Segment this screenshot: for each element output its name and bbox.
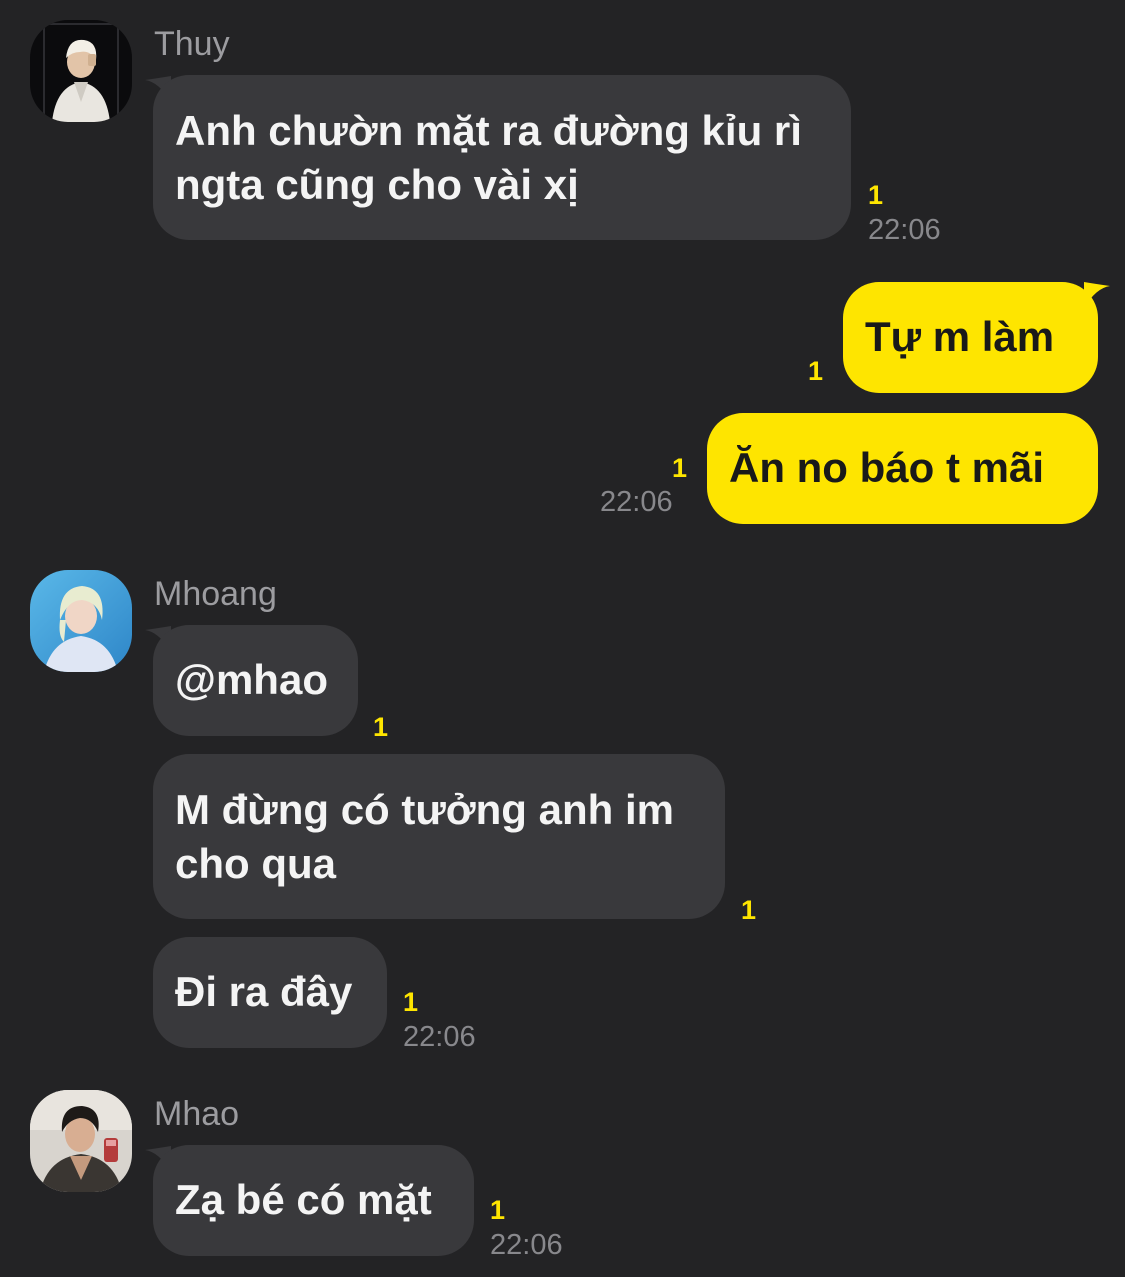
- timestamp: 22:06: [600, 486, 673, 518]
- sender-name: Mhao: [154, 1095, 240, 1133]
- sender-name: Mhoang: [154, 575, 277, 613]
- message-bubble[interactable]: Zạ bé có mặt: [153, 1145, 474, 1256]
- avatar-photo-icon: [30, 1090, 132, 1192]
- message-text: Ăn no báo t mãi: [729, 444, 1044, 491]
- message-text: ngta cũng cho vài xị: [175, 161, 579, 208]
- message-text: Zạ bé có mặt: [175, 1176, 432, 1223]
- message-bubble-outgoing[interactable]: Ăn no báo t mãi: [707, 413, 1098, 524]
- timestamp: 22:06: [868, 214, 941, 246]
- unread-count: 1: [490, 1195, 506, 1225]
- unread-count: 1: [403, 987, 419, 1017]
- message-bubble[interactable]: @mhao: [153, 625, 358, 736]
- message-text: M đừng có tưởng anh im: [175, 786, 674, 833]
- unread-count: 1: [672, 453, 688, 483]
- message-bubble[interactable]: M đừng có tưởng anh im cho qua: [153, 754, 725, 919]
- message-text: Đi ra đây: [175, 968, 353, 1015]
- avatar-mhao[interactable]: [30, 1090, 132, 1192]
- unread-count: 1: [868, 180, 884, 210]
- timestamp: 22:06: [403, 1021, 476, 1053]
- message-bubble-outgoing[interactable]: Tự m làm: [843, 282, 1098, 393]
- unread-count: 1: [808, 356, 824, 386]
- message-text: cho qua: [175, 840, 337, 887]
- message-bubble[interactable]: Đi ra đây: [153, 937, 387, 1048]
- sender-name: Thuy: [154, 25, 230, 63]
- unread-count: 1: [741, 895, 757, 925]
- avatar-photo-icon: [30, 20, 132, 122]
- unread-count: 1: [373, 712, 389, 742]
- message-text: @mhao: [175, 656, 328, 703]
- message-text: Tự m làm: [865, 313, 1055, 360]
- avatar-thuy[interactable]: [30, 20, 132, 122]
- timestamp: 22:06: [490, 1229, 563, 1261]
- message-text: Anh chườn mặt ra đường kỉu rì: [175, 107, 802, 154]
- avatar-photo-icon: [30, 570, 132, 672]
- bubble-tail: [1084, 282, 1110, 308]
- message-bubble[interactable]: Anh chườn mặt ra đường kỉu rì ngta cũng …: [153, 75, 851, 240]
- avatar-mhoang[interactable]: [30, 570, 132, 672]
